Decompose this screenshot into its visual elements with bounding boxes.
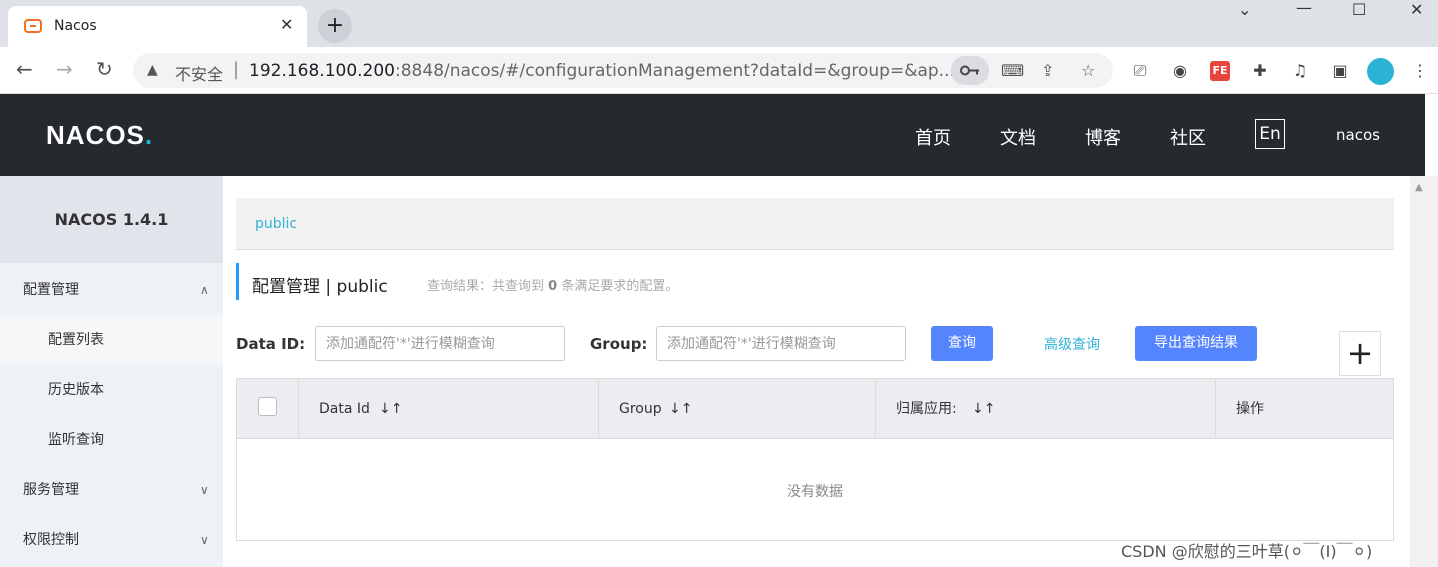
language-toggle[interactable]: En [1255, 119, 1285, 149]
dataid-label: Data ID: [236, 335, 306, 353]
column-header-dataid[interactable]: Data Id ↓↑ [299, 379, 599, 439]
column-header-label: 操作 [1236, 401, 1264, 417]
nav-community[interactable]: 社区 [1170, 124, 1206, 150]
sort-icon[interactable]: ↓↑ [669, 379, 692, 439]
nav-home[interactable]: 首页 [915, 124, 951, 150]
url-host: 192.168.100.200 [249, 61, 396, 81]
share-icon[interactable]: ⇪ [1041, 61, 1054, 80]
scroll-up-icon[interactable]: ▲ [1415, 182, 1423, 193]
query-result-prefix: 查询结果：共查询到 [427, 279, 545, 294]
add-config-button[interactable]: + [1339, 331, 1381, 376]
sidebar-item-history[interactable]: 历史版本 [0, 365, 223, 415]
sidebar-item-label: 配置管理 [23, 282, 79, 298]
search-button[interactable]: 查询 [931, 326, 993, 361]
page-scrollbar[interactable]: ▲ [1410, 176, 1438, 567]
tab-title: Nacos [54, 18, 97, 34]
nacos-favicon-icon [24, 19, 42, 33]
advanced-search-link[interactable]: 高级查询 [1044, 334, 1100, 354]
sidebar-item-label: 配置列表 [48, 332, 104, 348]
maximize-icon[interactable]: ☐ [1352, 0, 1366, 19]
forward-icon[interactable]: → [56, 59, 73, 79]
query-result-text: 查询结果：共查询到 0 条满足要求的配置。 [427, 275, 678, 294]
insecure-label[interactable]: 不安全 [175, 61, 223, 85]
password-key-icon[interactable] [951, 56, 989, 85]
warning-icon[interactable]: ▲ [147, 62, 158, 78]
reload-icon[interactable]: ↻ [96, 59, 113, 79]
minimize-icon[interactable]: — [1296, 0, 1312, 17]
namespace-public-link[interactable]: public [255, 216, 297, 232]
logo-text: NACOS [46, 120, 145, 150]
new-tab-button[interactable]: + [318, 9, 352, 43]
cast-icon[interactable]: ⎚ [1130, 61, 1150, 81]
user-name[interactable]: nacos [1336, 126, 1380, 144]
dataid-input[interactable] [315, 326, 565, 361]
tab-search-icon[interactable]: ⌄ [1238, 0, 1251, 19]
column-header-app[interactable]: 归属应用: ↓↑ [876, 379, 1216, 439]
group-label: Group: [590, 335, 648, 353]
url-text[interactable]: 192.168.100.200:8848/nacos/#/configurati… [249, 61, 955, 81]
chevron-down-icon: ∨ [200, 533, 209, 547]
sidebar-item-service-management[interactable]: 服务管理 ∨ [0, 465, 223, 515]
page-title: 配置管理 | public [252, 277, 388, 297]
logo-dot: . [144, 120, 154, 150]
chevron-down-icon: ∨ [200, 483, 209, 497]
sidebar: NACOS 1.4.1 配置管理 ∧ 配置列表 历史版本 监听查询 服务管理 ∨… [0, 176, 223, 567]
owl-extension-icon[interactable]: ◉ [1170, 61, 1190, 81]
sort-icon[interactable]: ↓↑ [972, 379, 995, 439]
export-results-button[interactable]: 导出查询结果 [1135, 326, 1257, 361]
address-separator: | [233, 59, 240, 80]
sidebar-item-label: 监听查询 [48, 432, 104, 448]
window-close-icon[interactable]: ✕ [1410, 0, 1423, 19]
bookmark-star-icon[interactable]: ☆ [1081, 61, 1095, 80]
browser-tabstrip: Nacos ✕ + ⌄ — ☐ ✕ [0, 0, 1438, 47]
profile-avatar[interactable] [1367, 58, 1394, 85]
empty-state-text: 没有数据 [787, 484, 843, 500]
sidebar-version: NACOS 1.4.1 [0, 176, 223, 263]
address-bar[interactable]: ▲ 不安全 | 192.168.100.200:8848/nacos/#/con… [133, 53, 1113, 88]
config-table: Data Id ↓↑ Group ↓↑ 归属应用: ↓↑ 操作 没有数据 [236, 378, 1394, 541]
column-header-label: 归属应用: [896, 401, 957, 417]
column-header-actions: 操作 [1216, 379, 1393, 439]
nav-docs[interactable]: 文档 [1000, 124, 1036, 150]
back-icon[interactable]: ← [16, 59, 33, 79]
sidebar-item-config-list[interactable]: 配置列表 [0, 315, 223, 365]
select-all-checkbox[interactable] [258, 397, 277, 416]
browser-toolbar: ← → ↻ ▲ 不安全 | 192.168.100.200:8848/nacos… [0, 47, 1438, 94]
column-header-label: Group [619, 401, 662, 417]
fe-extension-icon[interactable]: FE [1210, 61, 1230, 81]
tab-close-icon[interactable]: ✕ [280, 17, 293, 33]
media-control-icon[interactable]: ♫ [1290, 61, 1310, 81]
group-input[interactable] [656, 326, 906, 361]
title-accent-bar [236, 263, 239, 300]
table-header: Data Id ↓↑ Group ↓↑ 归属应用: ↓↑ 操作 [237, 379, 1393, 439]
app-header: NACOS. 首页 文档 博客 社区 En nacos [0, 94, 1425, 176]
sidebar-item-label: 历史版本 [48, 382, 104, 398]
csdn-watermark: CSDN @欣慰的三叶草(⚪￣(I)￣⚪) [1121, 542, 1373, 561]
sidebar-item-listener-query[interactable]: 监听查询 [0, 415, 223, 465]
chevron-up-icon: ∧ [200, 283, 209, 297]
sidebar-item-label: 服务管理 [23, 482, 79, 498]
query-result-suffix: 条满足要求的配置。 [561, 279, 679, 294]
nacos-logo[interactable]: NACOS. [46, 120, 153, 151]
sidepanel-icon[interactable]: ▣ [1330, 61, 1350, 81]
namespace-bar: public [236, 198, 1394, 250]
extensions-puzzle-icon[interactable]: ✚ [1250, 61, 1270, 81]
browser-tab[interactable]: Nacos ✕ [8, 6, 307, 47]
more-menu-icon[interactable]: ⋮ [1410, 61, 1430, 81]
nav-blog[interactable]: 博客 [1085, 124, 1121, 150]
select-all-cell [237, 379, 299, 439]
sidebar-item-access-control[interactable]: 权限控制 ∨ [0, 515, 223, 565]
sort-icon[interactable]: ↓↑ [379, 379, 402, 439]
url-path: :8848/nacos/#/configurationManagement?da… [395, 61, 955, 81]
column-header-group[interactable]: Group ↓↑ [599, 379, 876, 439]
sidebar-item-label: 权限控制 [23, 532, 79, 548]
column-header-label: Data Id [319, 401, 370, 417]
translate-icon[interactable]: ⌨ [1001, 61, 1024, 80]
sidebar-item-config-management[interactable]: 配置管理 ∧ [0, 265, 223, 315]
query-result-count: 0 [548, 279, 558, 294]
